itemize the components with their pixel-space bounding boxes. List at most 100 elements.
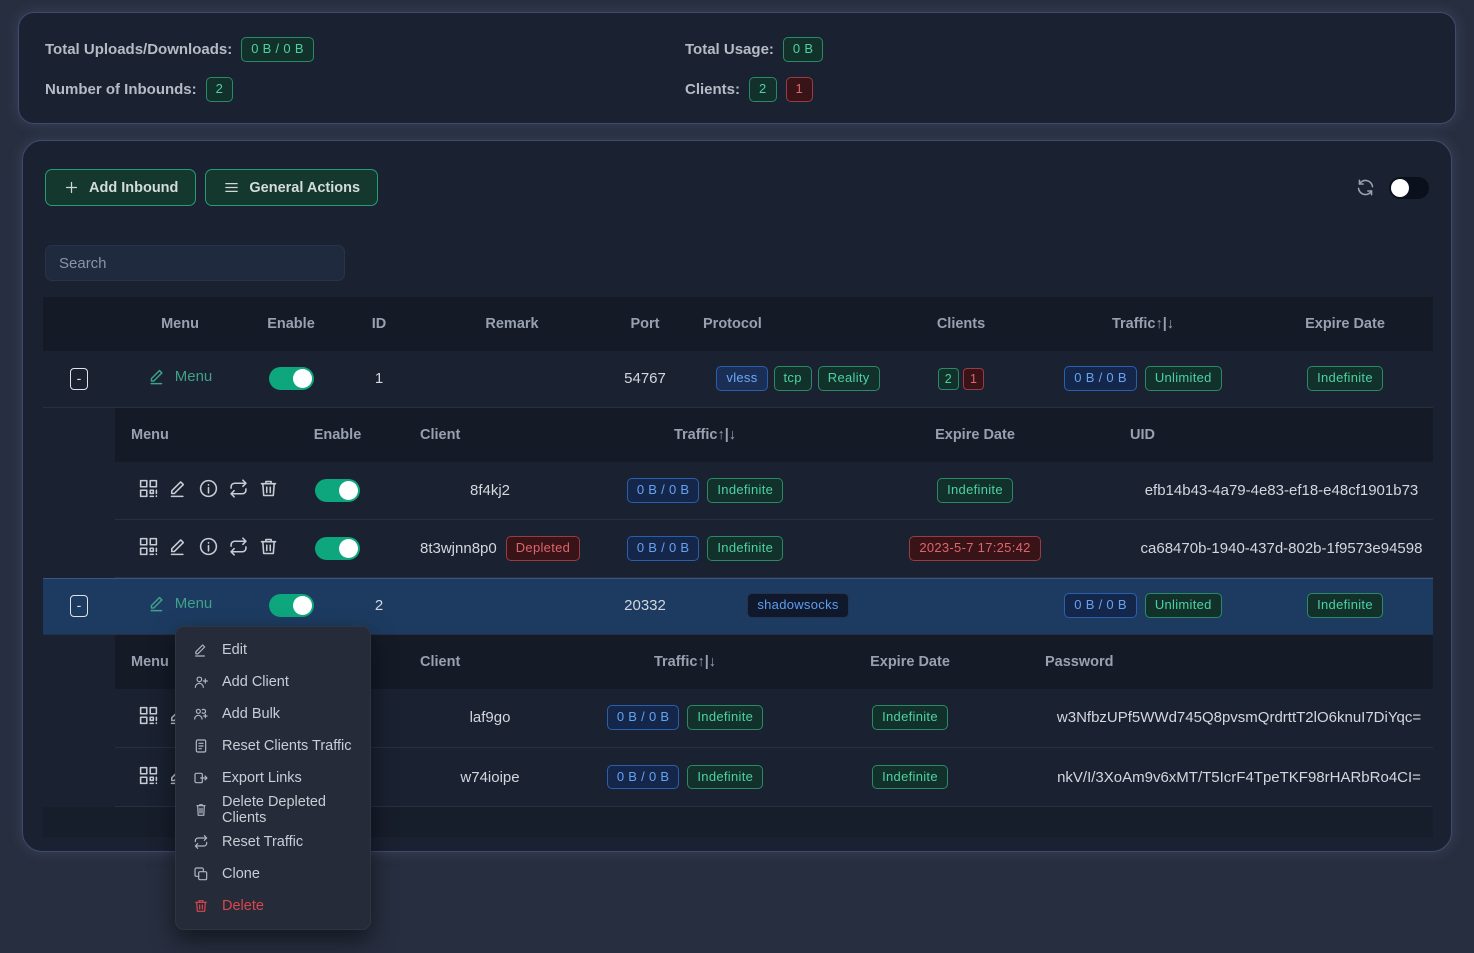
col-expire-date: Expire Date — [810, 635, 1010, 689]
inbound-row[interactable]: - Menu 1 54767 vless tcp Reality 2 — [43, 351, 1433, 407]
client-total-badge: Indefinite — [687, 765, 763, 790]
col-menu: Menu — [115, 408, 285, 462]
protocol-tag: shadowsocks — [747, 593, 848, 618]
users-plus-icon — [193, 706, 209, 722]
client-expire-badge: Indefinite — [937, 478, 1013, 503]
client-traffic-badge: 0 B / 0 B — [607, 705, 680, 730]
inbound-remark — [421, 578, 603, 634]
plus-icon — [63, 179, 80, 196]
menu-item-add-client[interactable]: Add Client — [176, 666, 370, 698]
menu-item-reset-clients-traffic[interactable]: Reset Clients Traffic — [176, 730, 370, 762]
export-icon — [193, 770, 209, 786]
client-total-badge: Indefinite — [707, 478, 783, 503]
total-uploads-downloads-label: Total Uploads/Downloads: — [45, 41, 232, 58]
col-traffic-sort[interactable]: Traffic↑|↓ — [1029, 297, 1257, 351]
menu-item-delete[interactable]: Delete — [176, 890, 370, 922]
col-clients: Clients — [893, 297, 1029, 351]
info-icon[interactable] — [198, 478, 219, 499]
edit-client-icon[interactable] — [168, 536, 189, 557]
search-input[interactable] — [45, 245, 345, 281]
col-uid: UID — [1100, 408, 1433, 462]
edit-client-icon[interactable] — [168, 478, 189, 499]
col-id: ID — [337, 297, 421, 351]
clients-active-count: 2 — [749, 77, 777, 102]
menu-item-add-bulk[interactable]: Add Bulk — [176, 698, 370, 730]
col-enable: Enable — [285, 408, 390, 462]
qr-code-icon[interactable] — [138, 478, 159, 499]
file-icon — [193, 738, 209, 754]
enable-toggle[interactable] — [269, 367, 314, 390]
client-row: 8t3wjnn8p0 Depleted 0 B / 0 B Indefinite… — [115, 520, 1433, 578]
menu-item-export-links[interactable]: Export Links — [176, 762, 370, 794]
vless-clients-table: Menu Enable Client Traffic↑|↓ Expire Dat… — [115, 408, 1433, 579]
dark-mode-toggle[interactable] — [1389, 177, 1429, 199]
col-menu: Menu — [115, 297, 245, 351]
inbound-port: 20332 — [603, 578, 687, 634]
client-total-badge: Indefinite — [707, 536, 783, 561]
reset-traffic-icon[interactable] — [228, 478, 249, 499]
client-password: w3NfbzUPf5WWd745Q8pvsmQrdrttT2lO6knuI7Di… — [1010, 689, 1433, 748]
transport-tag: tcp — [774, 366, 812, 391]
repeat-icon — [193, 834, 209, 850]
client-name: laf9go — [390, 689, 560, 748]
traffic-badge: 0 B / 0 B — [1064, 366, 1137, 391]
col-expire-date: Expire Date — [1257, 297, 1433, 351]
client-traffic-badge: 0 B / 0 B — [627, 478, 700, 503]
depleted-badge: Depleted — [506, 536, 580, 561]
menu-item-edit[interactable]: Edit — [176, 634, 370, 666]
clients-depleted-badge: 1 — [963, 368, 984, 390]
menu-item-reset-traffic[interactable]: Reset Traffic — [176, 826, 370, 858]
inbound-remark — [421, 351, 603, 407]
inbound-id: 1 — [337, 351, 421, 407]
col-remark: Remark — [421, 297, 603, 351]
client-total-badge: Indefinite — [687, 705, 763, 730]
clients-depleted-count: 1 — [786, 77, 814, 102]
client-enable-toggle[interactable] — [315, 479, 360, 502]
menu-item-clone[interactable]: Clone — [176, 858, 370, 890]
collapse-row-button[interactable]: - — [70, 595, 88, 617]
client-password: nkV/I/3XoAm9v6xMT/T5IcrF4TpeTKF98rHARbRo… — [1010, 748, 1433, 807]
client-header-row: Menu Enable Client Traffic↑|↓ Expire Dat… — [115, 408, 1433, 462]
refresh-icon[interactable] — [1355, 177, 1376, 198]
client-name: w74ioipe — [390, 748, 560, 807]
toolbar: Add Inbound General Actions — [23, 141, 1451, 206]
inbound-port: 54767 — [603, 351, 687, 407]
trash-icon — [193, 898, 209, 914]
qr-code-icon[interactable] — [138, 765, 159, 786]
inbound-context-menu: Edit Add Client Add Bulk Reset Clients T… — [175, 626, 371, 930]
client-enable-toggle[interactable] — [315, 537, 360, 560]
traffic-total-badge: Unlimited — [1145, 593, 1222, 618]
user-plus-icon — [193, 674, 209, 690]
qr-code-icon[interactable] — [138, 705, 159, 726]
inbound-menu-button[interactable]: Menu — [148, 594, 213, 613]
client-name: 8f4kj2 — [390, 462, 560, 520]
client-uid: efb14b43-4a79-4e83-ef18-e48cf1901b73 — [1100, 462, 1433, 520]
qr-code-icon[interactable] — [138, 536, 159, 557]
col-traffic-sort[interactable]: Traffic↑|↓ — [560, 408, 850, 462]
total-uploads-downloads-value: 0 B / 0 B — [241, 37, 314, 62]
menu-item-delete-depleted-clients[interactable]: Delete Depleted Clients — [176, 794, 370, 826]
reset-traffic-icon[interactable] — [228, 536, 249, 557]
add-inbound-button[interactable]: Add Inbound — [45, 169, 196, 206]
col-expire-date: Expire Date — [850, 408, 1100, 462]
client-row: 8f4kj2 0 B / 0 B Indefinite Indefinite e… — [115, 462, 1433, 520]
add-inbound-label: Add Inbound — [89, 180, 178, 196]
delete-client-icon[interactable] — [258, 536, 279, 557]
security-tag: Reality — [818, 366, 880, 391]
number-of-inbounds-value: 2 — [206, 77, 234, 102]
total-usage-label: Total Usage: — [685, 41, 774, 58]
pencil-icon — [193, 642, 209, 658]
col-port: Port — [603, 297, 687, 351]
delete-client-icon[interactable] — [258, 478, 279, 499]
col-traffic-sort[interactable]: Traffic↑|↓ — [560, 635, 810, 689]
number-of-inbounds-label: Number of Inbounds: — [45, 81, 197, 98]
inbound-menu-button[interactable]: Menu — [148, 367, 213, 386]
collapse-row-button[interactable]: - — [70, 368, 88, 390]
col-password: Password — [1010, 635, 1433, 689]
client-traffic-badge: 0 B / 0 B — [607, 765, 680, 790]
client-expire-badge: Indefinite — [872, 705, 948, 730]
info-icon[interactable] — [198, 536, 219, 557]
protocol-tag: vless — [716, 366, 767, 391]
enable-toggle[interactable] — [269, 594, 314, 617]
general-actions-button[interactable]: General Actions — [205, 169, 378, 206]
